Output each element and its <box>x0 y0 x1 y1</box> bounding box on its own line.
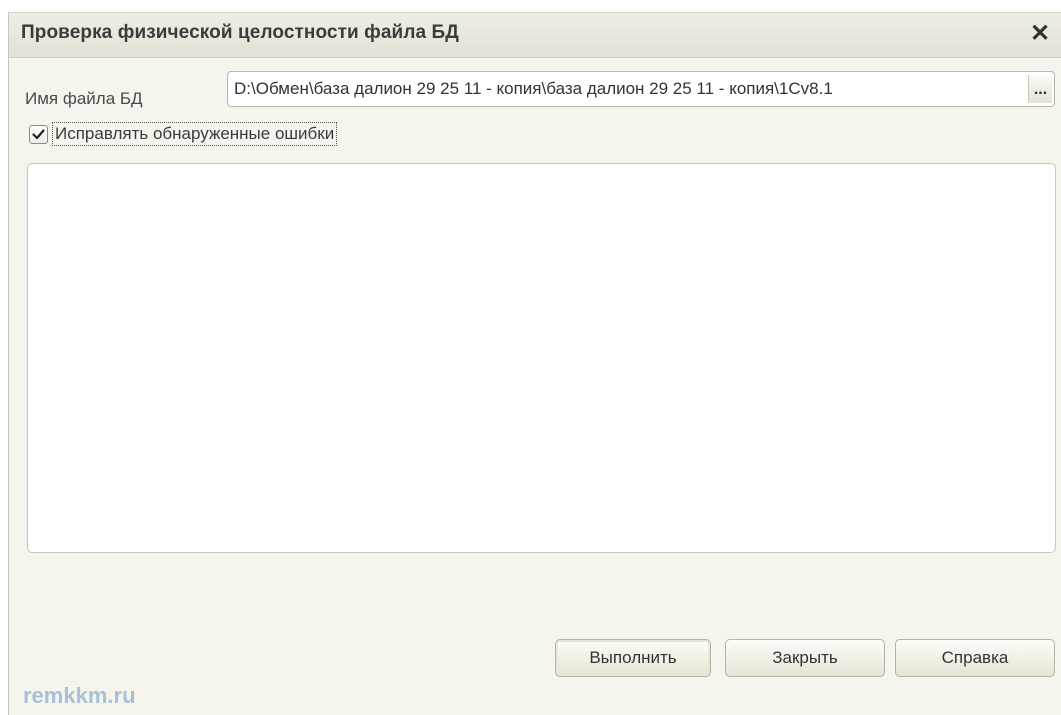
file-path-field[interactable]: D:\Обмен\база далион 29 25 11 - копия\ба… <box>227 71 1055 107</box>
browse-button[interactable]: ... <box>1028 75 1052 103</box>
file-name-label: Имя файла БД <box>25 89 143 108</box>
results-log-area[interactable] <box>27 163 1056 553</box>
dialog-window: Проверка физической целостности файла БД… <box>8 12 1061 715</box>
fix-errors-option[interactable]: Исправлять обнаруженные ошибки <box>29 121 338 147</box>
file-path-value[interactable]: D:\Обмен\база далион 29 25 11 - копия\ба… <box>234 79 1020 99</box>
run-button[interactable]: Выполнить <box>555 639 711 677</box>
title-bar: Проверка физической целостности файла БД… <box>9 13 1061 58</box>
fix-errors-checkbox[interactable] <box>29 124 48 144</box>
close-icon[interactable]: ✕ <box>1025 19 1055 49</box>
dialog-title: Проверка физической целостности файла БД <box>21 22 459 43</box>
fix-errors-label[interactable]: Исправлять обнаруженные ошибки <box>52 122 338 146</box>
watermark-text: remkkm.ru <box>23 683 136 708</box>
help-button[interactable]: Справка <box>895 639 1055 677</box>
close-button[interactable]: Закрыть <box>725 639 885 677</box>
checkmark-icon <box>32 128 45 139</box>
